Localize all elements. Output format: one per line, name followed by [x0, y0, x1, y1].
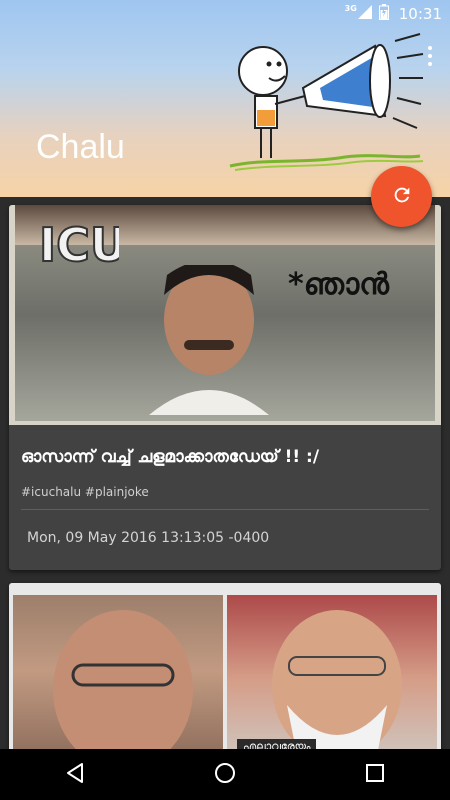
battery-icon [378, 4, 389, 24]
network-type-label: 3G [344, 3, 357, 13]
post-tags[interactable]: #icuchalu #plainjoke [9, 467, 441, 499]
post-caption: ഓസാന്ന് വച്ച് ചളമാക്കാതഡേയ് !! :/ [21, 447, 320, 467]
meme-panel-left [13, 595, 223, 749]
back-icon [64, 762, 86, 788]
meme-overlay-text: എല്ലാവരേയും [237, 739, 317, 749]
post-image[interactable]: എല്ലാവരേയും [9, 583, 441, 749]
refresh-button[interactable] [371, 166, 432, 227]
status-time: 10:31 [398, 5, 442, 23]
status-bar: 3G 10:31 [0, 0, 450, 28]
signal-icon [357, 4, 373, 24]
overflow-menu-icon[interactable] [426, 44, 434, 68]
screen: 3G 10:31 Chalu ICU *ഞാൻ ഓസാന്ന് വച്ച് ചള… [0, 0, 450, 800]
app-title: Chalu [36, 128, 125, 166]
recents-button[interactable] [355, 755, 395, 795]
icu-logo-icon: ICU [38, 217, 119, 273]
back-button[interactable] [55, 755, 95, 795]
home-button[interactable] [205, 755, 245, 795]
meme-panel-right [227, 595, 437, 749]
recents-icon [365, 763, 385, 787]
megaphone-mascot-icon [229, 33, 424, 171]
home-icon [213, 761, 237, 789]
meme-overlay-text: *ഞാൻ [288, 267, 389, 302]
person-silhouette [149, 265, 269, 415]
refresh-icon [391, 184, 413, 210]
status-icons: 3G 10:31 [345, 4, 442, 24]
navigation-bar [0, 749, 450, 800]
post-timestamp: Mon, 09 May 2016 13:13:05 -0400 [27, 530, 270, 546]
post-card[interactable]: ICU *ഞാൻ ഓസാന്ന് വച്ച് ചളമാക്കാതഡേയ് !! … [9, 205, 441, 570]
app-header: 3G 10:31 Chalu [0, 0, 450, 197]
post-card[interactable]: എല്ലാവരേയും [9, 583, 441, 749]
post-image[interactable]: ICU *ഞാൻ [9, 205, 441, 425]
svg-text:ICU: ICU [39, 218, 119, 272]
post-feed[interactable]: ICU *ഞാൻ ഓസാന്ന് വച്ച് ചളമാക്കാതഡേയ് !! … [0, 197, 450, 749]
